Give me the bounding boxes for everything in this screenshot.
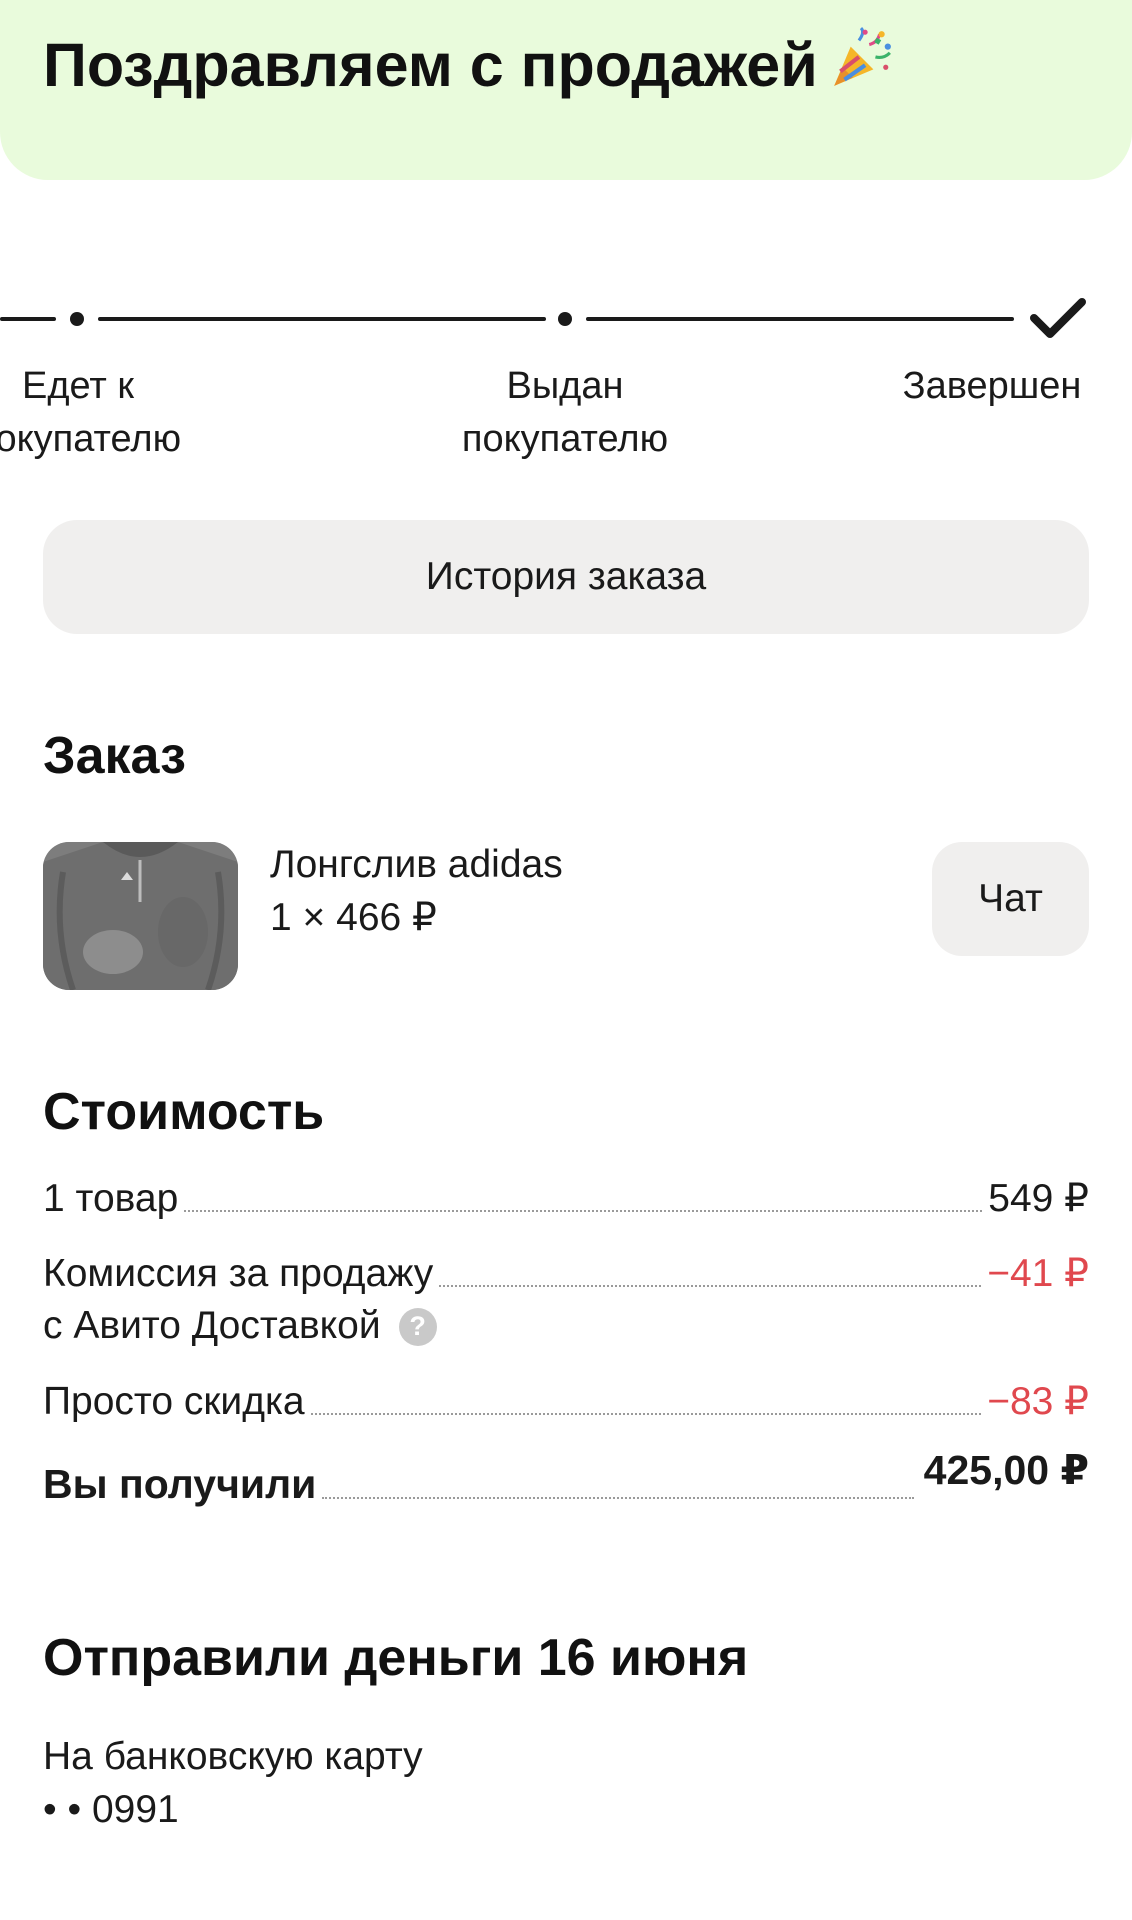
- dotted-leader: [184, 1210, 983, 1212]
- cost-row-value: −41 ₽: [987, 1252, 1089, 1295]
- progress-line: [586, 317, 1014, 321]
- cost-row-value: −83 ₽: [987, 1380, 1089, 1423]
- dotted-leader: [310, 1413, 982, 1415]
- dotted-leader: [322, 1497, 914, 1499]
- checkmark-icon: [1030, 298, 1086, 338]
- banner-title-text: Поздравляем с продажей: [43, 31, 818, 99]
- cost-row-label: 1 товар: [43, 1177, 179, 1220]
- card-number: • • 0991: [43, 1788, 179, 1831]
- cost-row-commission: Комиссия за продажу −41 ₽: [43, 1251, 1089, 1296]
- product-thumbnail[interactable]: [43, 842, 238, 990]
- cost-section-title: Стоимость: [43, 1083, 325, 1141]
- step-label-completed: Завершен: [882, 360, 1102, 413]
- step-label-line: Завершен: [902, 365, 1082, 407]
- progress-dot: [558, 312, 572, 326]
- dotted-leader: [439, 1285, 982, 1287]
- product-name[interactable]: Лонгслив adidas: [270, 843, 563, 887]
- progress-dot: [70, 312, 84, 326]
- step-label-delivered: Выдан покупателю: [440, 360, 690, 466]
- cost-row-value: 549 ₽: [988, 1177, 1089, 1220]
- cost-row-discount: Просто скидка −83 ₽: [43, 1379, 1089, 1424]
- progress-line: [98, 317, 546, 321]
- cost-row-label: Комиссия за продажу: [43, 1252, 434, 1295]
- step-label-line: покупателю: [0, 418, 182, 460]
- order-section-title: Заказ: [43, 727, 186, 785]
- commission-label-line2: с Авито Доставкой?: [43, 1304, 437, 1348]
- step-label-line: покупателю: [461, 418, 669, 460]
- banner-title: Поздравляем с продажей: [43, 26, 894, 100]
- chat-button[interactable]: Чат: [932, 842, 1089, 956]
- order-progress: [0, 298, 1132, 340]
- payout-method: На банковскую карту: [43, 1735, 423, 1778]
- order-history-button[interactable]: История заказа: [43, 520, 1089, 634]
- cost-row-total: Вы получили 425,00 ₽: [43, 1447, 1089, 1508]
- cost-row-items: 1 товар 549 ₽: [43, 1176, 1089, 1221]
- cost-row-label: Вы получили: [43, 1461, 317, 1507]
- help-icon[interactable]: ?: [398, 1307, 437, 1346]
- cost-row-label: Просто скидка: [43, 1380, 305, 1423]
- step-label-line: Едет к: [22, 365, 134, 407]
- cost-row-value: 425,00 ₽: [923, 1447, 1089, 1493]
- success-banner: Поздравляем с продажей: [0, 0, 1132, 180]
- step-label-line: Выдан: [506, 365, 624, 407]
- product-image: [43, 842, 238, 990]
- step-label-shipping: Едет к покупателю: [0, 360, 206, 466]
- party-popper-icon: [833, 26, 891, 86]
- progress-line: [0, 317, 56, 321]
- product-quantity-price: 1 × 466 ₽: [270, 896, 437, 939]
- cost-row-label-continuation: с Авито Доставкой: [43, 1304, 381, 1347]
- payout-section-title: Отправили деньги 16 июня: [43, 1629, 749, 1687]
